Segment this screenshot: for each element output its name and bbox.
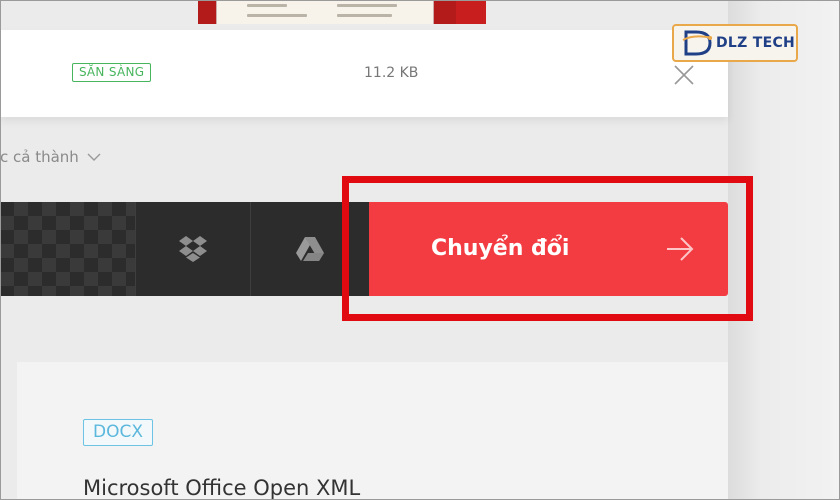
- save-to-dropbox-button[interactable]: [135, 202, 250, 296]
- preview-edge: [456, 0, 486, 24]
- document-preview-page: [216, 0, 434, 24]
- preview-line: [247, 14, 307, 17]
- convert-to-format-dropdown[interactable]: c cả thành: [0, 146, 101, 168]
- format-dropdown-label: c cả thành: [0, 148, 79, 166]
- chevron-down-icon: [87, 153, 101, 161]
- file-size: 11.2 KB: [364, 65, 419, 81]
- format-name: Microsoft Office Open XML: [83, 476, 361, 500]
- google-drive-icon: [296, 237, 324, 261]
- dlz-logo-icon: [682, 30, 713, 56]
- preview-line: [247, 4, 287, 7]
- format-info-panel: DOCX Microsoft Office Open XML: [17, 362, 728, 500]
- status-badge: SẴN SÀNG: [72, 63, 152, 82]
- preview-line: [337, 4, 397, 7]
- watermark-text: DLZ TECH: [716, 35, 796, 51]
- format-badge: DOCX: [83, 419, 153, 446]
- document-preview-thumbnail: [198, 0, 486, 24]
- file-card: SẴN SÀNG 11.2 KB: [0, 30, 728, 117]
- highlight-annotation: [342, 176, 753, 321]
- preview-line: [337, 14, 392, 17]
- watermark-logo: DLZ TECH: [672, 24, 798, 62]
- dropbox-icon: [179, 236, 207, 262]
- upload-more-area[interactable]: [0, 202, 135, 296]
- close-icon[interactable]: [672, 63, 696, 87]
